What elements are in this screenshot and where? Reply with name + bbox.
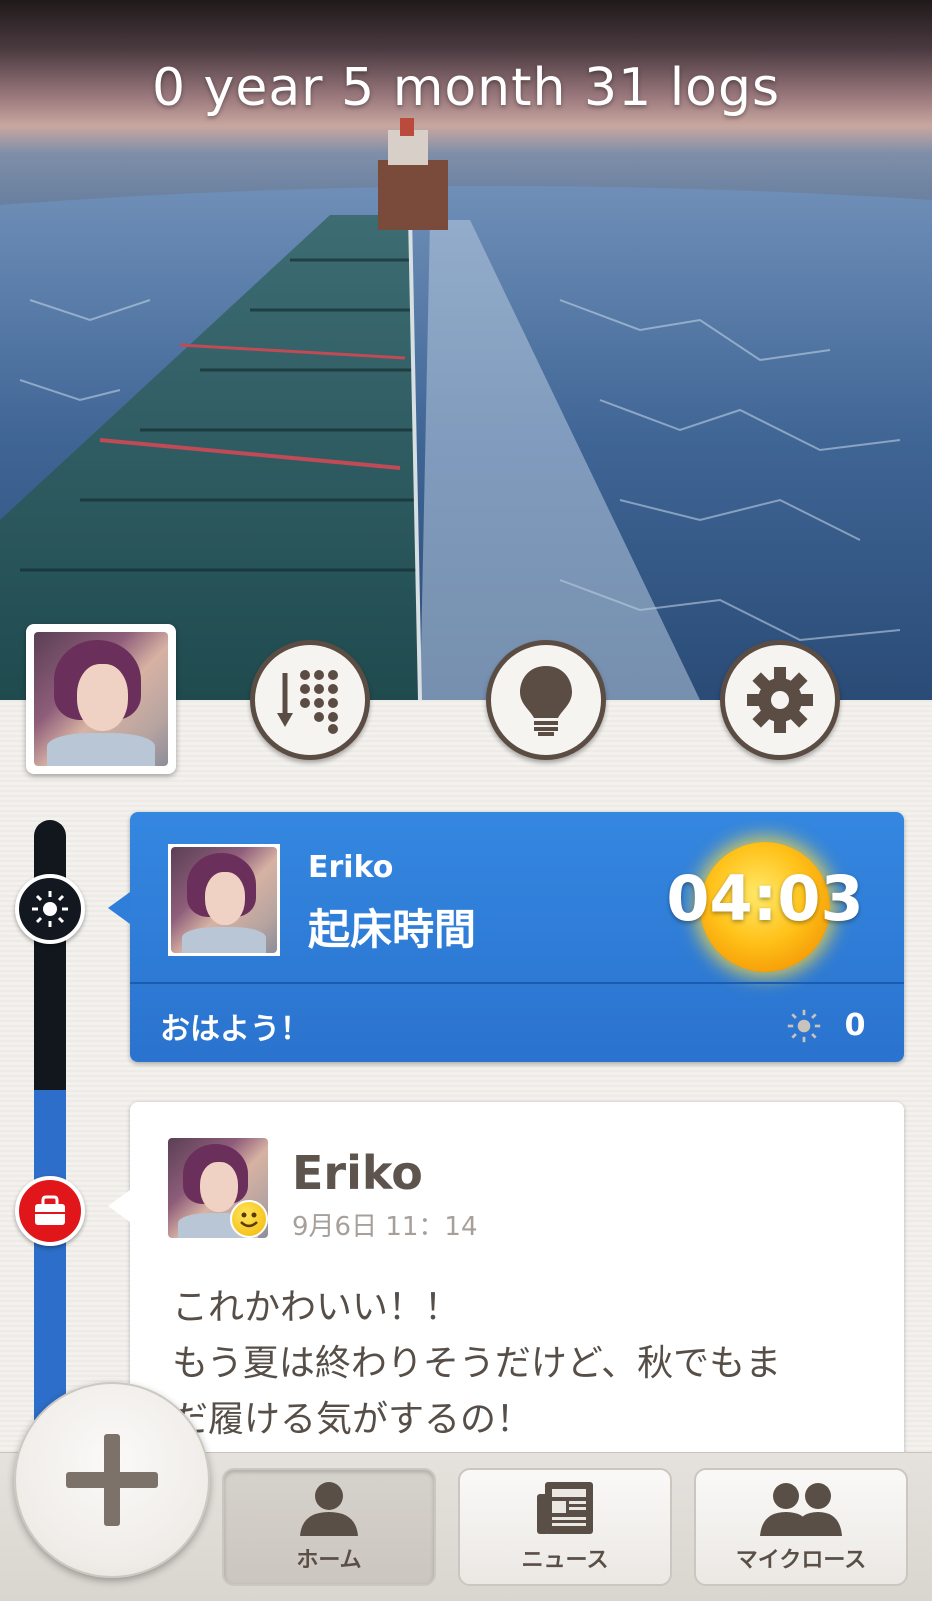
newspaper-icon [537, 1482, 593, 1534]
wake-card-username: Eriko [308, 850, 394, 885]
tab-news-label: ニュース [521, 1548, 609, 1573]
sort-icon [277, 670, 338, 734]
people-icon [760, 1483, 842, 1536]
profile-avatar[interactable] [26, 624, 176, 774]
tab-my-close-label: マイクロース [735, 1548, 867, 1573]
wake-time: 04:03 [666, 862, 864, 935]
idea-button[interactable] [486, 640, 606, 760]
post-body: これかわいい！！ もう夏は終わりそうだけど、秋でもま だ履ける気がするの！ [172, 1280, 882, 1448]
smiley-icon [230, 1200, 268, 1238]
sun-icon [32, 891, 68, 927]
divider [130, 982, 904, 984]
sort-button[interactable] [250, 640, 370, 760]
settings-button[interactable] [720, 640, 840, 760]
post-username: Eriko [292, 1146, 423, 1200]
avatar-photo [171, 847, 277, 953]
wake-card-type-label: 起床時間 [308, 905, 477, 954]
shopping-bag-icon [35, 1195, 65, 1225]
tab-news[interactable]: ニュース [458, 1468, 672, 1586]
person-icon [300, 1482, 358, 1536]
timeline-bar-day [34, 1090, 66, 1420]
tab-my-close[interactable]: マイクロース [694, 1468, 908, 1586]
timeline-node-shopping [15, 1176, 85, 1246]
timeline-bar-night [34, 820, 66, 1090]
tab-home-label: ホーム [296, 1548, 362, 1573]
tab-home[interactable]: ホーム [222, 1468, 436, 1586]
post-timestamp: 9月6日 11：14 [292, 1212, 478, 1242]
sun-like-icon[interactable] [786, 1008, 822, 1048]
add-post-button[interactable] [14, 1382, 210, 1578]
lightbulb-icon [520, 666, 572, 736]
log-summary-title: 0 year 5 month 31 logs [151, 58, 781, 118]
cover-photo: 0 year 5 month 31 logs [0, 0, 932, 700]
timeline-node-wake [15, 874, 85, 944]
wake-greeting: おはよう！ [160, 1012, 310, 1047]
post-card[interactable]: Eriko 9月6日 11：14 これかわいい！！ もう夏は終わりそうだけど、秋… [108, 1102, 904, 1462]
like-count: 0 [844, 1008, 866, 1043]
wake-card-avatar[interactable] [168, 844, 280, 956]
gear-icon [747, 667, 813, 733]
wake-up-card[interactable]: Eriko 起床時間 04:03 おはよう！ 0 [108, 812, 904, 1062]
plus-icon [66, 1434, 158, 1526]
post-body-line: もう夏は終わりそうだけど、秋でもま [172, 1343, 782, 1384]
post-body-line: これかわいい！！ [172, 1287, 461, 1328]
avatar-photo [34, 632, 168, 766]
post-body-line: だ履ける気がするの！ [172, 1399, 533, 1440]
